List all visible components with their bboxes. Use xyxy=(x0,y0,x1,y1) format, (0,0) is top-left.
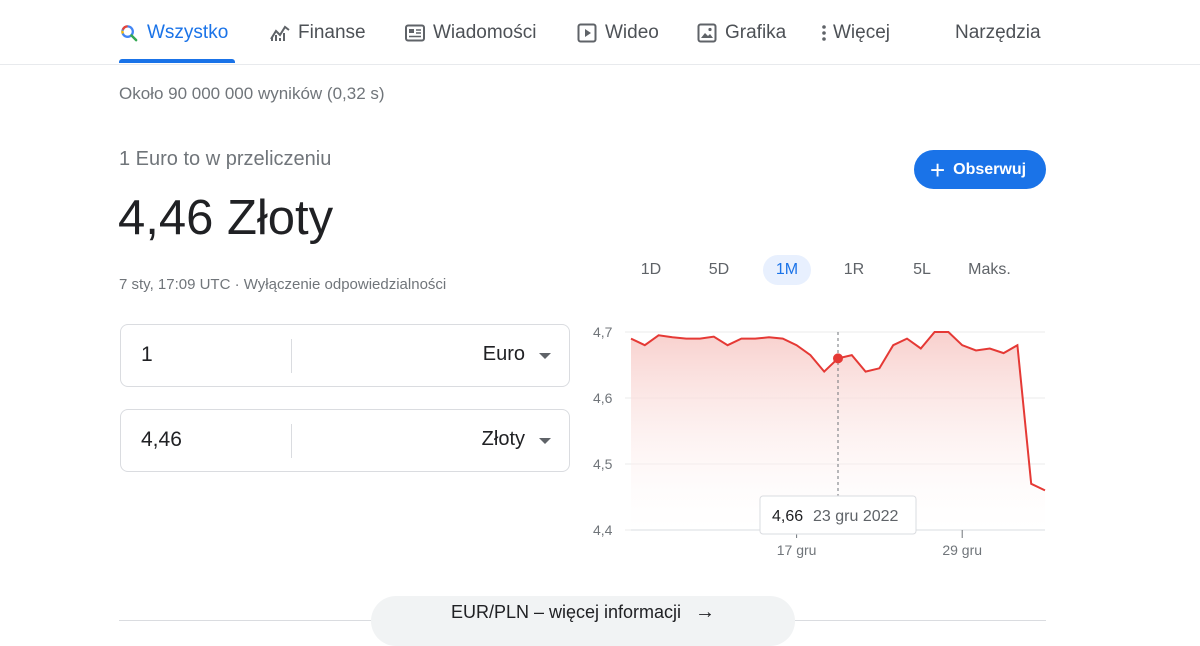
follow-label: Obserwuj xyxy=(953,160,1027,178)
chevron-down-icon[interactable] xyxy=(539,353,551,359)
x-tick-label: 17 gru xyxy=(777,542,817,558)
tools-button[interactable]: Narzędzia xyxy=(955,20,1041,46)
from-currency-box: 1 Euro xyxy=(120,324,570,387)
to-currency-select[interactable]: Złoty xyxy=(482,428,525,451)
chevron-down-icon[interactable] xyxy=(539,438,551,444)
range-5d[interactable]: 5D xyxy=(700,255,738,285)
divider xyxy=(795,620,1046,621)
tab-images[interactable]: Grafika xyxy=(697,20,786,46)
y-tick-label: 4,4 xyxy=(593,522,613,538)
follow-button[interactable]: + Obserwuj xyxy=(914,150,1046,189)
divider xyxy=(119,620,371,621)
tab-label: Wszystko xyxy=(147,22,229,43)
range-max[interactable]: Maks. xyxy=(962,255,1017,285)
result-stats: Około 90 000 000 wyników (0,32 s) xyxy=(119,84,385,103)
range-1d[interactable]: 1D xyxy=(632,255,670,285)
to-amount-input[interactable]: 4,46 xyxy=(141,428,182,452)
tab-more[interactable]: Więcej xyxy=(820,20,890,46)
range-5l[interactable]: 5L xyxy=(903,255,941,285)
divider xyxy=(291,424,292,458)
from-currency-select[interactable]: Euro xyxy=(483,343,525,366)
active-tab-indicator xyxy=(119,59,235,63)
search-icon xyxy=(121,24,138,41)
x-tick-label: 29 gru xyxy=(942,542,982,558)
y-tick-label: 4,5 xyxy=(593,456,613,472)
tooltip-value: 4,66 xyxy=(772,508,803,525)
from-amount-input[interactable]: 1 xyxy=(141,343,153,367)
news-icon xyxy=(405,24,425,42)
conversion-value: 4,46 Złoty xyxy=(118,191,334,245)
arrow-right-icon: → xyxy=(695,600,716,623)
range-1m[interactable]: 1M xyxy=(763,255,811,285)
plus-icon: + xyxy=(929,154,946,185)
disclaimer-link[interactable]: Wyłączenie odpowiedzialności xyxy=(244,276,446,293)
conversion-label: 1 Euro to w przeliczeniu xyxy=(119,148,332,170)
separator: · xyxy=(230,276,244,293)
tab-label: Grafika xyxy=(725,22,787,43)
tab-all[interactable]: Wszystko xyxy=(120,20,228,46)
more-vertical-icon xyxy=(822,25,826,41)
tab-label: Wideo xyxy=(605,22,659,43)
image-icon xyxy=(697,23,717,43)
y-tick-label: 4,7 xyxy=(593,324,613,340)
tab-finance[interactable]: Finanse xyxy=(270,20,366,46)
rate-timestamp-line: 7 sty, 17:09 UTC · Wyłączenie odpowiedzi… xyxy=(119,276,446,293)
finance-chart-icon xyxy=(270,25,290,41)
tools-label: Narzędzia xyxy=(955,22,1041,43)
video-play-icon xyxy=(577,23,597,43)
divider xyxy=(291,339,292,373)
y-tick-label: 4,6 xyxy=(593,390,613,406)
tab-label: Więcej xyxy=(833,22,891,43)
rate-timestamp: 7 sty, 17:09 UTC xyxy=(119,276,231,293)
tab-label: Wiadomości xyxy=(433,22,537,43)
to-currency-box: 4,46 Złoty xyxy=(120,409,570,472)
more-info-button[interactable]: EUR/PLN – więcej informacji → xyxy=(371,596,795,646)
range-1r[interactable]: 1R xyxy=(835,255,873,285)
tooltip-date: 23 gru 2022 xyxy=(813,508,899,525)
more-info-label: EUR/PLN – więcej informacji xyxy=(450,601,682,622)
search-tabs-bar: Wszystko Finanse Wiadomości Wideo Grafik… xyxy=(0,0,1200,65)
tab-label: Finanse xyxy=(298,22,366,43)
exchange-rate-chart[interactable]: 4,7 4,6 4,5 4,4 17 gru 29 gru 4,66 23 gru 2022 xyxy=(585,318,1055,568)
hover-point[interactable] xyxy=(833,353,843,364)
tab-video[interactable]: Wideo xyxy=(577,20,659,46)
tab-news[interactable]: Wiadomości xyxy=(405,20,536,46)
